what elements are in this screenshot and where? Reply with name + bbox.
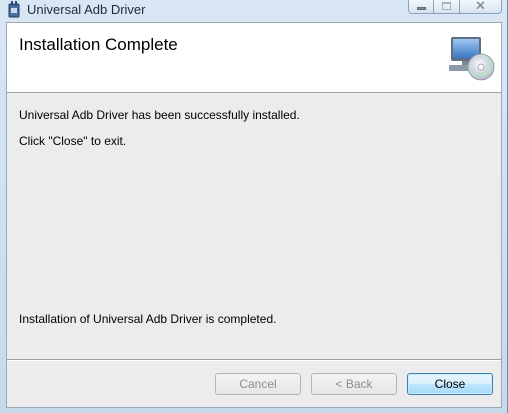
computer-cd-icon xyxy=(449,37,495,81)
maximize-icon xyxy=(442,2,451,10)
maximize-button[interactable] xyxy=(434,0,460,14)
close-window-button[interactable]: ✕ xyxy=(460,0,502,14)
close-instruction: Click "Close" to exit. xyxy=(19,134,127,148)
close-icon: ✕ xyxy=(475,0,486,14)
footer-divider xyxy=(7,359,501,361)
installer-app-icon xyxy=(8,1,20,18)
page-title: Installation Complete xyxy=(19,35,178,54)
success-message: Universal Adb Driver has been successful… xyxy=(19,108,300,122)
title-bar[interactable]: Universal Adb Driver ✕ xyxy=(0,0,508,22)
window-title: Universal Adb Driver xyxy=(27,2,146,17)
close-button[interactable]: Close xyxy=(407,373,493,395)
minimize-icon xyxy=(417,7,426,10)
header-banner: Installation Complete xyxy=(7,23,501,93)
minimize-button[interactable] xyxy=(408,0,434,14)
back-button[interactable]: < Back xyxy=(311,373,397,395)
cancel-button[interactable]: Cancel xyxy=(215,373,301,395)
caption-buttons: ✕ xyxy=(408,0,502,16)
installer-window: Universal Adb Driver ✕ Installation Comp… xyxy=(0,0,508,413)
completion-message: Installation of Universal Adb Driver is … xyxy=(19,312,277,326)
dialog-client-area: Installation Complete Universal Adb Driv… xyxy=(6,22,502,408)
